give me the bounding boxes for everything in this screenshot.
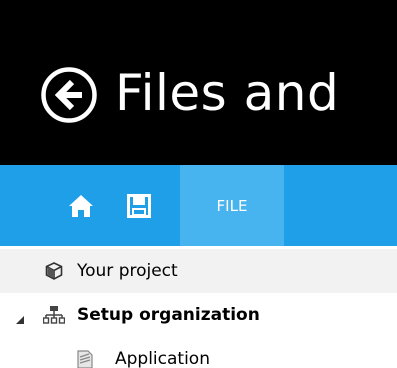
project-cube-icon xyxy=(44,261,64,281)
tree-item-setup-organization[interactable]: Setup organization xyxy=(0,293,397,337)
save-disk-icon xyxy=(127,193,151,218)
tree-item-label: Setup organization xyxy=(77,305,260,325)
tree-item-your-project[interactable]: Your project xyxy=(0,249,397,293)
tab-file[interactable]: FILE xyxy=(180,165,284,246)
home-icon xyxy=(69,194,93,217)
tree-item-label: Application xyxy=(115,349,210,368)
project-tree: Your project Setup organization Applicat… xyxy=(0,246,397,368)
tree-item-label: Your project xyxy=(77,261,178,281)
title-bar: Files and xyxy=(0,0,397,165)
expanded-triangle-icon[interactable] xyxy=(15,310,25,324)
app-window: Files and FILE Your project Setup organi… xyxy=(0,0,397,368)
arrow-left-circle-icon xyxy=(41,67,97,123)
document-icon xyxy=(75,349,95,368)
save-button[interactable] xyxy=(116,165,162,246)
home-button[interactable] xyxy=(58,165,104,246)
page-title: Files and xyxy=(115,64,340,122)
back-button[interactable] xyxy=(39,65,99,125)
tree-item-application[interactable]: Application xyxy=(0,337,397,368)
toolbar: FILE xyxy=(0,165,397,246)
org-hierarchy-icon xyxy=(43,305,65,325)
